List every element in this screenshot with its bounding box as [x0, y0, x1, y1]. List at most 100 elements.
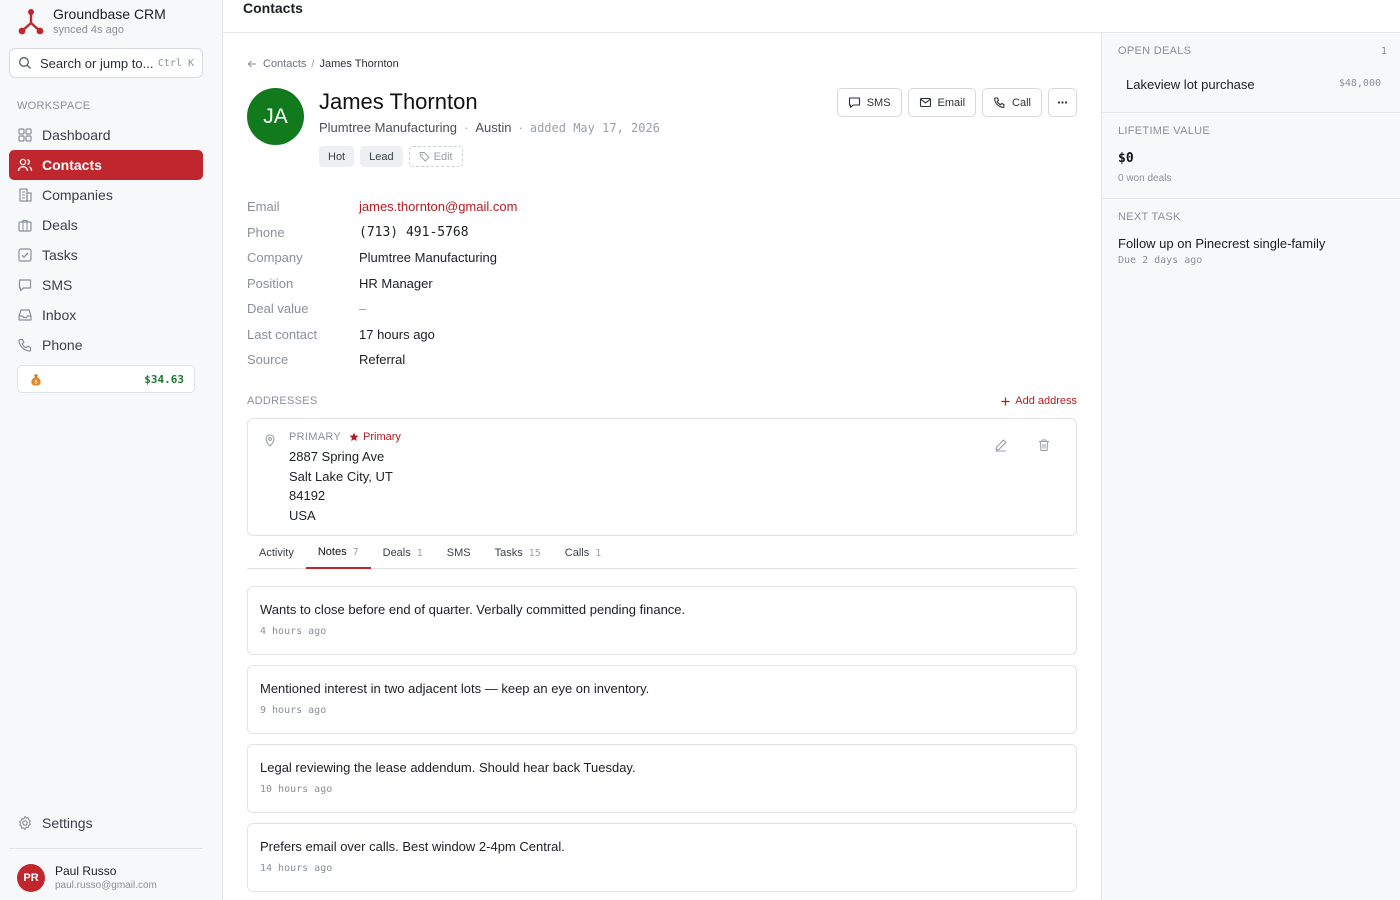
settings-button[interactable]: Settings — [17, 815, 93, 831]
tab-label: SMS — [446, 547, 471, 559]
note-card[interactable]: Prefers email over calls. Best window 2-… — [247, 823, 1077, 892]
open-deal-name[interactable]: Lakeview lot purchase — [1126, 77, 1255, 92]
sidebar-item-deals[interactable]: Deals — [9, 210, 203, 240]
topbar: Contacts — [223, 0, 1400, 33]
phone-value[interactable]: (713) 491-5768 — [359, 225, 469, 240]
grid-icon — [18, 128, 32, 142]
user-name: Paul Russo — [55, 864, 117, 878]
sms-button[interactable]: SMS — [836, 88, 902, 117]
field-label: Source — [247, 352, 289, 368]
building-icon — [19, 188, 32, 202]
call-button[interactable]: Call — [982, 88, 1042, 117]
workspace-label: WORKSPACE — [17, 100, 91, 112]
note-timestamp: 9 hours ago — [260, 705, 327, 716]
breadcrumb-current: James Thornton — [319, 58, 399, 70]
contact-company[interactable]: Plumtree Manufacturing — [319, 120, 457, 135]
edit-tags-button[interactable]: Edit — [408, 146, 463, 167]
next-task-due: Due 2 days ago — [1118, 255, 1203, 266]
tab-deals[interactable]: Deals 1 — [371, 537, 435, 569]
sidebar-item-phone[interactable]: Phone — [9, 330, 203, 360]
sidebar-item-sms[interactable]: SMS — [9, 270, 203, 300]
svg-text:$: $ — [34, 379, 38, 385]
contact-fields: Email james.thornton@gmail.com Phone (71… — [247, 194, 1077, 373]
plus-icon — [1001, 397, 1010, 405]
contact-actions: SMS Email Call — [831, 88, 1077, 117]
note-card[interactable]: Wants to close before end of quarter. Ve… — [247, 586, 1077, 655]
contact-name: James Thornton — [319, 89, 478, 114]
address-line: 84192 — [289, 488, 326, 503]
note-text: Legal reviewing the lease addendum. Shou… — [260, 760, 636, 775]
sidebar-nav: Dashboard Contacts Companies Deals Tasks… — [9, 120, 203, 360]
breadcrumb-separator: / — [311, 58, 315, 70]
sidebar-item-tasks[interactable]: Tasks — [9, 240, 203, 270]
sidebar-item-label: Inbox — [42, 307, 77, 323]
tab-label: Notes — [317, 546, 347, 558]
sidebar: Groundbase CRM synced 4s ago Search or j… — [0, 0, 223, 900]
won-deals-count: 0 won deals — [1118, 173, 1172, 184]
delete-address-button[interactable] — [1037, 438, 1051, 452]
field-label: Email — [247, 199, 280, 215]
tag-hot[interactable]: Hot — [319, 146, 355, 167]
email-button[interactable]: Email — [907, 88, 977, 117]
lifetime-value-label: LIFETIME VALUE — [1118, 125, 1211, 137]
note-timestamp: 14 hours ago — [260, 863, 333, 874]
field-row-company: Company Plumtree Manufacturing — [247, 245, 1077, 271]
brand-name: Groundbase CRM — [53, 6, 166, 22]
sidebar-item-label: Companies — [42, 187, 113, 203]
users-icon — [17, 158, 33, 172]
phone-icon — [994, 97, 1005, 108]
contact-city: Austin — [475, 120, 512, 135]
address-type: PRIMARY — [289, 431, 342, 443]
contact-avatar: JA — [247, 88, 304, 145]
tab-calls[interactable]: Calls 1 — [553, 537, 613, 569]
map-pin-icon — [265, 434, 275, 447]
tab-sms[interactable]: SMS — [435, 537, 483, 569]
breadcrumb-parent-link[interactable]: Contacts — [263, 58, 306, 70]
sidebar-item-label: Contacts — [42, 157, 102, 173]
tab-count: 1 — [416, 547, 423, 559]
add-address-button[interactable]: Add address — [1001, 395, 1077, 407]
email-button-label: Email — [937, 96, 966, 109]
note-card[interactable]: Mentioned interest in two adjacent lots … — [247, 665, 1077, 734]
note-text: Mentioned interest in two adjacent lots … — [260, 681, 650, 696]
brand[interactable]: Groundbase CRM synced 4s ago — [18, 6, 166, 38]
more-horizontal-icon — [1057, 101, 1068, 104]
tab-notes[interactable]: Notes 7 — [305, 537, 371, 569]
sidebar-divider — [9, 848, 203, 849]
add-address-label: Add address — [1015, 395, 1077, 407]
sidebar-item-contacts[interactable]: Contacts — [9, 150, 203, 180]
arrow-left-icon — [247, 60, 256, 68]
sms-button-label: SMS — [866, 96, 891, 109]
last-contact-value: 17 hours ago — [359, 326, 435, 342]
field-label: Company — [247, 250, 303, 266]
notes-list: Wants to close before end of quarter. Ve… — [247, 586, 1077, 900]
credit-balance[interactable]: $ $34.63 — [17, 365, 195, 393]
tab-activity[interactable]: Activity — [247, 537, 306, 569]
user-profile[interactable]: PR Paul Russo paul.russo@gmail.com — [17, 864, 157, 892]
sidebar-item-inbox[interactable]: Inbox — [9, 300, 203, 330]
more-actions-button[interactable] — [1048, 88, 1077, 117]
sidebar-item-companies[interactable]: Companies — [9, 180, 203, 210]
note-card[interactable]: Legal reviewing the lease addendum. Shou… — [247, 744, 1077, 813]
edit-address-button[interactable] — [994, 438, 1008, 452]
field-label: Position — [247, 275, 294, 291]
sync-status: synced 4s ago — [53, 24, 124, 36]
gear-icon — [19, 815, 31, 831]
next-task-section: NEXT TASK Follow up on Pinecrest single-… — [1102, 199, 1400, 279]
search-input[interactable]: Search or jump to... Ctrl K — [9, 48, 203, 78]
company-value: Plumtree Manufacturing — [359, 250, 498, 266]
contact-detail: Contacts / James Thornton JA James Thorn… — [223, 33, 1101, 900]
settings-label: Settings — [42, 815, 93, 831]
email-link[interactable]: james.thornton@gmail.com — [359, 199, 517, 214]
field-row-last-contact: Last contact 17 hours ago — [247, 322, 1077, 348]
sidebar-item-label: Phone — [42, 337, 83, 353]
tab-tasks[interactable]: Tasks 15 — [483, 537, 553, 569]
next-task-title[interactable]: Follow up on Pinecrest single-family — [1118, 236, 1325, 251]
address-card: PRIMARY Primary 2887 Spring Ave Salt Lak… — [247, 418, 1077, 536]
sidebar-item-dashboard[interactable]: Dashboard — [9, 120, 203, 150]
note-text: Prefers email over calls. Best window 2-… — [260, 839, 565, 854]
message-icon — [18, 279, 32, 292]
source-value: Referral — [359, 352, 406, 368]
field-label: Last contact — [247, 326, 318, 342]
tag-lead[interactable]: Lead — [360, 146, 403, 167]
